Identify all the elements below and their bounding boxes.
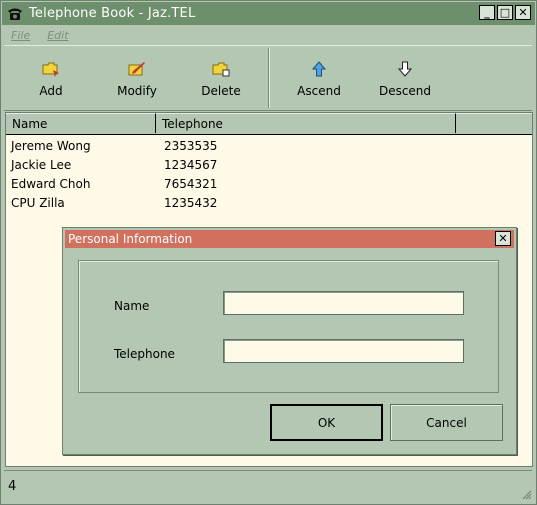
telephone-icon — [6, 6, 24, 22]
name-input[interactable] — [223, 291, 464, 315]
resize-grip-icon[interactable] — [520, 488, 532, 500]
ascend-label: Ascend — [297, 84, 341, 98]
menu-edit[interactable]: Edit — [47, 29, 68, 42]
arrow-down-icon — [398, 60, 412, 78]
table-row[interactable]: Jackie Lee 1234567 — [6, 155, 309, 174]
table-row[interactable]: CPU Zilla 1235432 — [6, 193, 309, 212]
cell-name: Jackie Lee — [11, 157, 72, 172]
title-bar[interactable]: Telephone Book - Jaz.TEL _ □ ✕ — [2, 2, 535, 25]
modify-button[interactable]: Modify — [97, 46, 177, 110]
folder-delete-icon — [212, 60, 230, 78]
add-button[interactable]: Add — [11, 46, 91, 110]
menu-file[interactable]: File — [11, 29, 30, 42]
edit-icon — [128, 60, 146, 78]
table-row[interactable]: Edward Choh 7654321 — [6, 174, 309, 193]
column-header-empty — [456, 113, 532, 133]
delete-button[interactable]: Delete — [181, 46, 261, 110]
dialog-title-bar[interactable]: Personal Information ✕ — [65, 230, 514, 248]
personal-information-dialog: Personal Information ✕ Name Telephone OK… — [62, 227, 517, 455]
maximize-button[interactable]: □ — [497, 5, 513, 20]
dialog-close-button[interactable]: ✕ — [495, 231, 511, 246]
minimize-icon: _ — [484, 6, 490, 19]
folder-add-icon — [42, 60, 60, 78]
column-header-name[interactable]: Name — [6, 113, 156, 133]
cell-name: Jereme Wong — [11, 138, 91, 153]
ascend-button[interactable]: Ascend — [279, 46, 359, 110]
telephone-input[interactable] — [223, 339, 464, 363]
dialog-title: Personal Information — [68, 232, 193, 246]
close-button[interactable]: ✕ — [515, 5, 531, 20]
cell-name: Edward Choh — [11, 176, 91, 191]
cell-telephone: 1235432 — [164, 195, 218, 210]
table-body: Jereme Wong 2353535 Jackie Lee 1234567 E… — [6, 136, 309, 212]
name-label: Name — [114, 299, 150, 313]
cell-telephone: 7654321 — [164, 176, 218, 191]
close-icon: ✕ — [498, 232, 508, 245]
toolbar: Add Modify Delete Ascend Descend — [4, 45, 532, 111]
cell-telephone: 2353535 — [164, 138, 218, 153]
descend-label: Descend — [378, 84, 432, 98]
minimize-button[interactable]: _ — [479, 5, 495, 20]
arrow-up-icon — [312, 60, 326, 78]
toolbar-separator — [268, 48, 270, 108]
maximize-icon: □ — [499, 6, 511, 19]
descend-button[interactable]: Descend — [365, 46, 445, 110]
status-bar: 4 — [4, 470, 532, 502]
telephone-label: Telephone — [114, 347, 175, 361]
cancel-button[interactable]: Cancel — [390, 404, 503, 441]
modify-label: Modify — [117, 84, 157, 98]
delete-label: Delete — [201, 84, 241, 98]
cell-telephone: 1234567 — [164, 157, 218, 172]
window-title: Telephone Book - Jaz.TEL — [29, 6, 196, 21]
close-icon: ✕ — [518, 6, 528, 19]
record-count: 4 — [8, 479, 17, 494]
menu-bar: File Edit — [2, 26, 535, 44]
form-panel: Name Telephone — [78, 260, 499, 393]
cell-name: CPU Zilla — [11, 195, 65, 210]
main-window: Telephone Book - Jaz.TEL _ □ ✕ File Edit — [0, 0, 537, 505]
column-header-telephone[interactable]: Telephone — [156, 113, 456, 133]
ok-button[interactable]: OK — [270, 404, 383, 441]
table-header: Name Telephone — [6, 113, 532, 135]
add-label: Add — [39, 84, 63, 98]
table-row[interactable]: Jereme Wong 2353535 — [6, 136, 309, 155]
